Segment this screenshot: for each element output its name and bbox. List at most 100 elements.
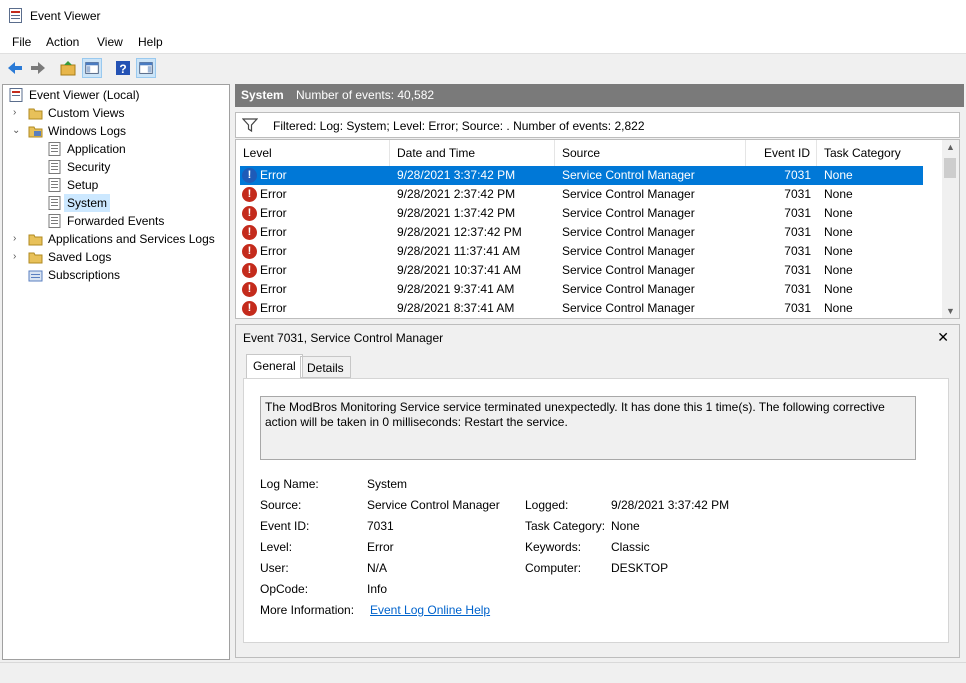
tree-label: Windows Logs xyxy=(48,124,127,138)
column-header-task-category[interactable]: Task Category xyxy=(817,140,942,166)
cell-event-id: 7031 xyxy=(784,168,811,182)
cell-date: 9/28/2021 1:37:42 PM xyxy=(397,206,516,220)
table-row[interactable]: ! Error 9/28/2021 9:37:41 AM Service Contro… xyxy=(240,280,923,299)
column-header-event-id[interactable]: Event ID xyxy=(746,140,817,166)
error-icon: ! xyxy=(242,206,257,221)
show-action-pane-icon[interactable] xyxy=(136,58,156,78)
forward-icon[interactable] xyxy=(28,58,48,78)
help-icon[interactable]: ? xyxy=(113,58,133,78)
column-header-date[interactable]: Date and Time xyxy=(390,140,555,166)
label-computer: Computer: xyxy=(525,561,582,575)
tree-label: Custom Views xyxy=(48,106,125,120)
event-log-online-help-link[interactable]: Event Log Online Help xyxy=(370,603,490,617)
cell-source: Service Control Manager xyxy=(562,263,695,277)
cell-date: 9/28/2021 3:37:42 PM xyxy=(397,168,516,182)
show-hide-tree-icon[interactable] xyxy=(82,58,102,78)
chevron-down-icon[interactable]: ⌄ xyxy=(12,122,22,140)
menu-action[interactable]: Action xyxy=(46,35,79,49)
cell-source: Service Control Manager xyxy=(562,168,695,182)
column-header-level[interactable]: Level xyxy=(236,140,390,166)
value-opcode: Info xyxy=(367,582,388,596)
event-description[interactable]: The ModBros Monitoring Service service t… xyxy=(260,396,916,460)
tree-label: Event Viewer (Local) xyxy=(29,88,140,102)
menu-file[interactable]: File xyxy=(12,35,31,49)
error-icon: ! xyxy=(242,168,257,183)
menu-view[interactable]: View xyxy=(97,35,123,49)
chevron-right-icon[interactable]: › xyxy=(13,104,23,122)
cell-task-category: None xyxy=(824,244,853,258)
menu-help[interactable]: Help xyxy=(138,35,163,49)
close-icon[interactable]: ✕ xyxy=(937,329,949,346)
cell-event-id: 7031 xyxy=(784,282,811,296)
cell-date: 9/28/2021 8:37:41 AM xyxy=(397,301,515,315)
table-row[interactable]: ! Error 9/28/2021 3:37:42 PM Service Contro… xyxy=(240,166,923,185)
tab-details[interactable]: Details xyxy=(300,356,351,378)
cell-task-category: None xyxy=(824,168,853,182)
value-user: N/A xyxy=(367,561,388,575)
cell-source: Service Control Manager xyxy=(562,282,695,296)
label-level: Level: xyxy=(260,540,293,554)
cell-date: 9/28/2021 12:37:42 PM xyxy=(397,225,522,239)
label-logged: Logged: xyxy=(525,498,569,512)
table-row[interactable]: ! Error 9/28/2021 8:37:41 AM Service Contro… xyxy=(240,299,923,318)
title-bar: Event Viewer xyxy=(0,0,966,33)
value-computer: DESKTOP xyxy=(611,561,669,575)
cell-level: Error xyxy=(260,187,287,201)
log-name: System xyxy=(241,88,284,102)
cell-level: Error xyxy=(260,263,287,277)
folder-icon xyxy=(28,108,43,120)
cell-date: 9/28/2021 2:37:42 PM xyxy=(397,187,516,201)
scroll-up-icon[interactable]: ▲ xyxy=(946,142,955,152)
tab-general[interactable]: General xyxy=(246,354,303,379)
cell-task-category: None xyxy=(824,301,853,315)
event-details-pane: Event 7031, Service Control Manager ✕ Ge… xyxy=(235,324,960,658)
cell-date: 9/28/2021 11:37:41 AM xyxy=(397,244,521,258)
event-viewer-icon xyxy=(9,88,23,102)
tree-label: System xyxy=(64,194,111,212)
table-row[interactable]: ! Error 9/28/2021 11:37:41 AM Service Contr… xyxy=(240,242,923,261)
status-bar xyxy=(0,662,966,683)
chevron-right-icon[interactable]: › xyxy=(13,230,23,248)
cell-event-id: 7031 xyxy=(784,244,811,258)
cell-event-id: 7031 xyxy=(784,301,811,315)
tree-label: Applications and Services Logs xyxy=(48,232,215,246)
table-row[interactable]: ! Error 9/28/2021 1:37:42 PM Service Contro… xyxy=(240,204,923,223)
pane-splitter[interactable] xyxy=(231,84,234,660)
column-header-source[interactable]: Source xyxy=(555,140,746,166)
event-list: Level Date and Time Source Event ID Task… xyxy=(235,139,960,319)
cell-level: Error xyxy=(260,168,287,182)
value-logged: 9/28/2021 3:37:42 PM xyxy=(611,498,730,512)
table-row[interactable]: ! Error 9/28/2021 12:37:42 PM Service Contr… xyxy=(240,223,923,242)
cell-task-category: None xyxy=(824,225,853,239)
table-row[interactable]: ! Error 9/28/2021 2:37:42 PM Service Contro… xyxy=(240,185,923,204)
tree-label: Security xyxy=(67,160,111,174)
cell-level: Error xyxy=(260,282,287,296)
filter-bar: Filtered: Log: System; Level: Error; Sou… xyxy=(235,112,960,138)
vertical-scrollbar[interactable]: ▲ ▼ xyxy=(942,140,959,318)
folder-icon xyxy=(28,234,43,246)
event-details-title: Event 7031, Service Control Manager xyxy=(243,331,444,345)
log-icon xyxy=(48,196,61,210)
value-log-name: System xyxy=(367,477,408,491)
value-source: Service Control Manager xyxy=(367,498,500,512)
table-row[interactable]: ! Error 9/28/2021 10:37:41 AM Service Contr… xyxy=(240,261,923,280)
event-count: Number of events: 40,582 xyxy=(296,88,435,102)
label-user: User: xyxy=(260,561,289,575)
cell-date: 9/28/2021 10:37:41 AM xyxy=(397,263,522,277)
error-icon: ! xyxy=(242,301,257,316)
cell-task-category: None xyxy=(824,206,853,220)
cell-date: 9/28/2021 9:37:41 AM xyxy=(397,282,515,296)
folder-icon xyxy=(28,252,43,264)
scroll-thumb[interactable] xyxy=(944,158,956,178)
error-icon: ! xyxy=(242,244,257,259)
scroll-down-icon[interactable]: ▼ xyxy=(946,306,955,316)
chevron-right-icon[interactable]: › xyxy=(13,248,23,266)
value-keywords: Classic xyxy=(611,540,650,554)
up-folder-icon[interactable] xyxy=(58,58,78,78)
menu-bar: File Action View Help xyxy=(0,32,966,53)
toolbar: ? xyxy=(0,53,966,82)
svg-text:?: ? xyxy=(119,62,126,76)
folder-icon xyxy=(28,126,43,138)
back-icon[interactable] xyxy=(5,58,25,78)
filter-text: Filtered: Log: System; Level: Error; Sou… xyxy=(273,119,645,133)
